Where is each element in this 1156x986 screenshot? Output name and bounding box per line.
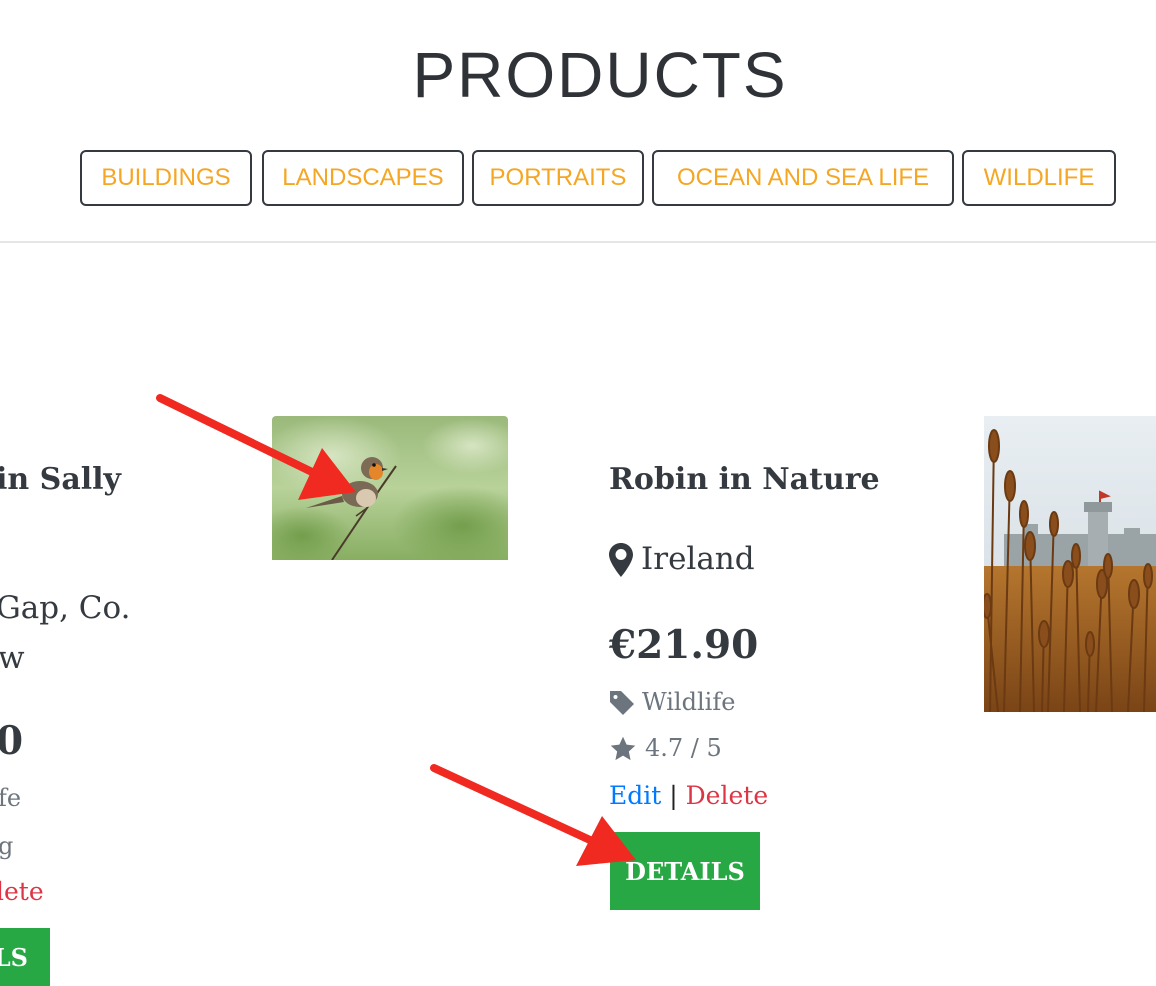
product-rating: 4.7 / 5 <box>645 734 722 762</box>
link-separator: | <box>669 781 678 810</box>
product-title[interactable]: in Sally <box>0 462 121 497</box>
category-landscapes-button[interactable]: LANDSCAPES <box>262 150 464 206</box>
map-marker-icon <box>609 543 633 577</box>
edit-link[interactable]: Edit <box>609 781 661 810</box>
category-wildlife-button[interactable]: WILDLIFE <box>962 150 1116 206</box>
header-divider <box>0 241 1156 243</box>
product-category: Wildlife <box>642 688 736 716</box>
category-portraits-button[interactable]: PORTRAITS <box>472 150 644 206</box>
page-title: PRODUCTS <box>412 39 788 111</box>
star-icon <box>610 736 636 761</box>
product-price: €21.90 <box>609 622 759 668</box>
product-title[interactable]: Robin in Nature <box>609 462 880 497</box>
details-button[interactable]: LS <box>0 928 50 986</box>
product-location-continued: w <box>0 640 25 676</box>
product-price: 0 <box>0 718 24 764</box>
category-buildings-button[interactable]: BUILDINGS <box>80 150 252 206</box>
product-category: fe <box>0 784 22 812</box>
product-rating: g <box>0 832 14 860</box>
details-button[interactable]: DETAILS <box>610 832 760 910</box>
red-arrow-icon <box>430 764 636 866</box>
product-image-castle[interactable] <box>984 416 1156 712</box>
product-location: Ireland <box>641 541 755 577</box>
product-location: Gap, Co. <box>0 590 131 626</box>
delete-link[interactable]: lete <box>0 877 44 906</box>
product-image-robin[interactable] <box>272 416 508 560</box>
product-admin-links: Edit | Delete <box>609 781 768 810</box>
category-ocean-and-sea-life-button[interactable]: OCEAN AND SEA LIFE <box>652 150 954 206</box>
tag-icon <box>610 691 634 715</box>
annotation-arrows <box>156 394 636 866</box>
delete-link[interactable]: Delete <box>686 781 768 810</box>
